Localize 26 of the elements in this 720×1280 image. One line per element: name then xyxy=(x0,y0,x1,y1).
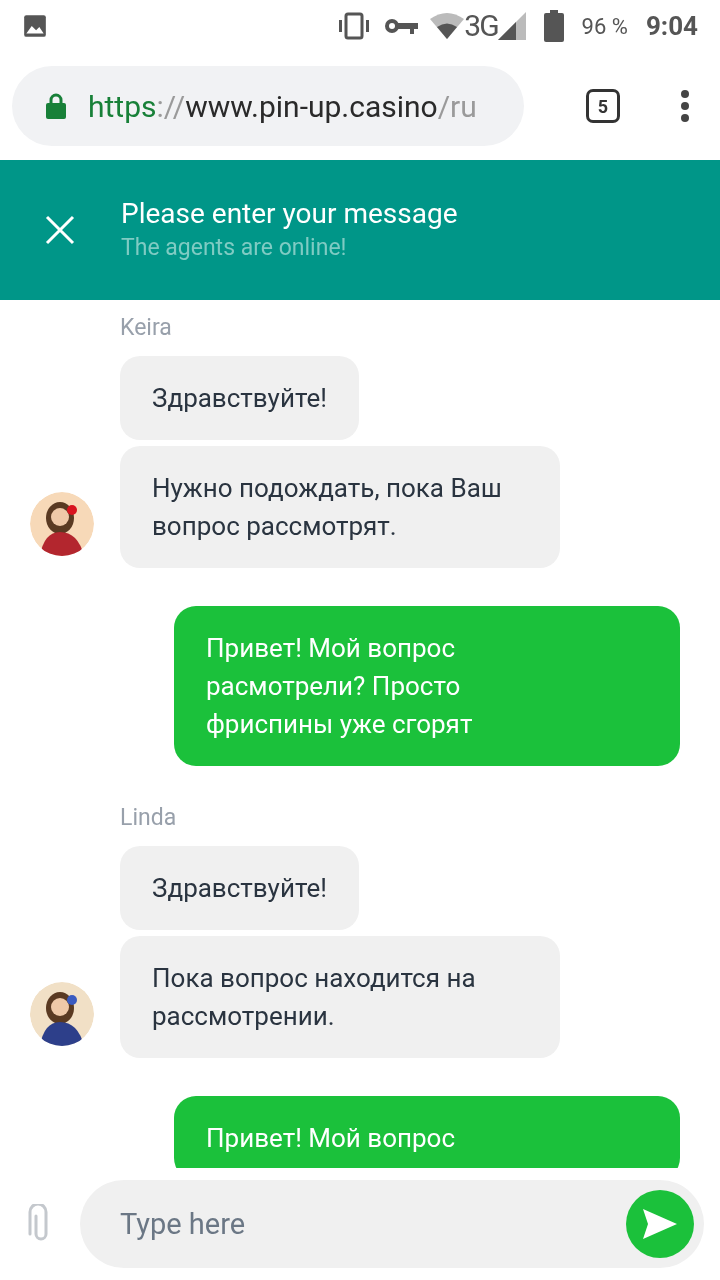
close-icon[interactable] xyxy=(45,215,75,245)
send-icon xyxy=(643,1209,677,1239)
key-icon xyxy=(384,16,419,36)
image-icon xyxy=(22,13,48,39)
menu-icon[interactable] xyxy=(680,89,690,123)
network-label: 3G xyxy=(464,11,498,41)
clock: 9:04 xyxy=(645,9,698,43)
battery-icon xyxy=(543,10,564,42)
address-bar[interactable]: https://www.pin-up.casino/ru xyxy=(12,66,524,146)
user-message: Привет! Мой вопрос xyxy=(174,1096,680,1168)
signal-icon xyxy=(497,12,526,40)
agent-name: Keira xyxy=(120,314,173,342)
tab-count-button[interactable]: 5 xyxy=(586,89,620,123)
agent-message: Нужно подождать, пока Ваш вопрос рассмотрят. xyxy=(120,446,560,568)
agent-name: Linda xyxy=(120,804,178,832)
user-message: Привет! Мой вопрос расмотрели? Просто фриспины уже сгорят xyxy=(174,606,680,766)
wifi-icon xyxy=(430,13,465,39)
agent-message: Здравствуйте! xyxy=(120,356,359,440)
chat-status: The agents are online! xyxy=(121,233,348,263)
url-text: https://www.pin-up.casino/ru xyxy=(88,87,477,126)
lock-icon xyxy=(46,93,66,119)
chat-title: Please enter your message xyxy=(121,196,458,232)
agent-message: Здравствуйте! xyxy=(120,846,359,930)
agent-message: Пока вопрос находится на рассмотрении. xyxy=(120,936,560,1058)
message-input[interactable]: Type here xyxy=(80,1180,704,1268)
battery-label: 96 % xyxy=(581,12,628,41)
